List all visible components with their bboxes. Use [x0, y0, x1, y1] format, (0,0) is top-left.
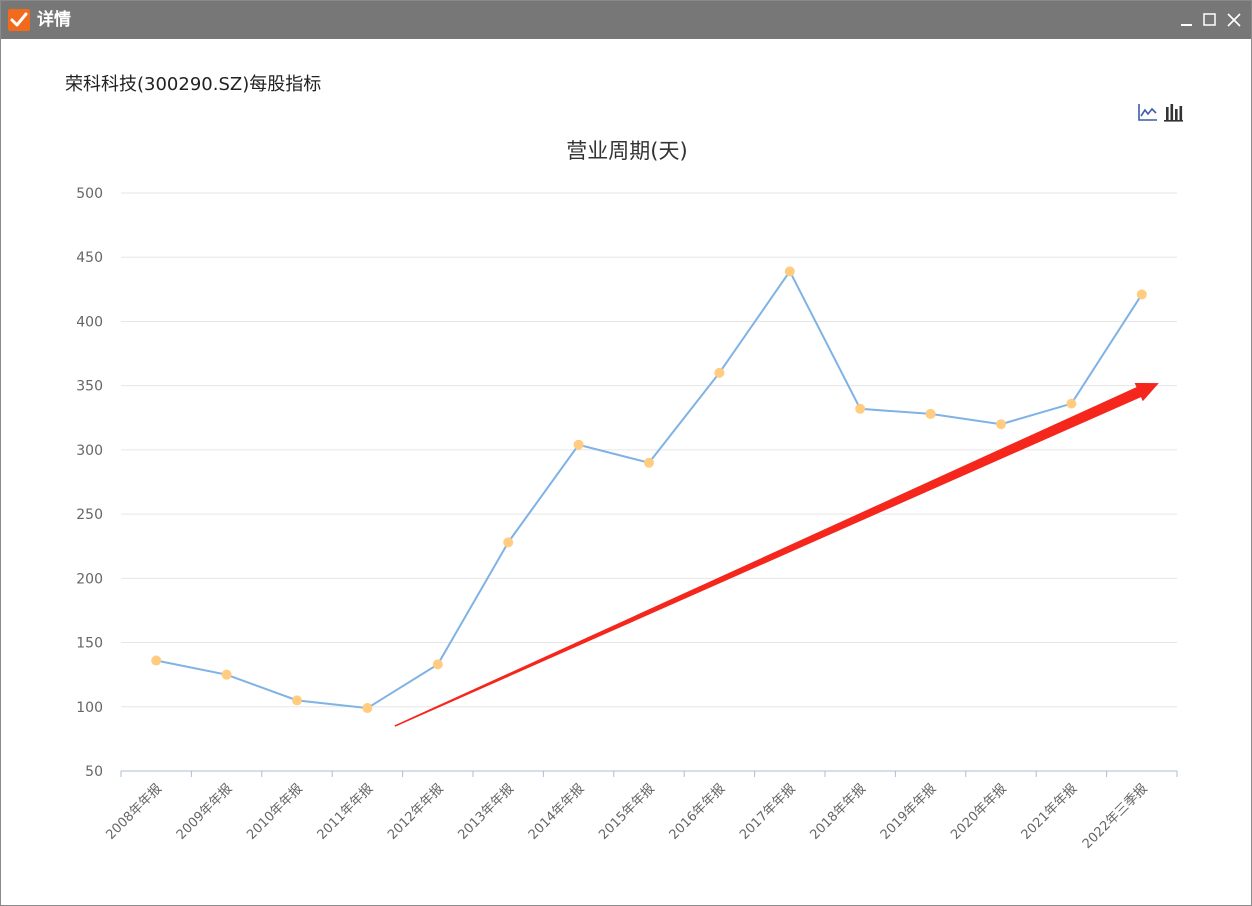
data-point[interactable] [573, 439, 584, 450]
series-layer [151, 266, 1147, 714]
x-tick-label: 2022年三季报 [1080, 781, 1151, 852]
y-tick-label: 250 [76, 507, 103, 523]
data-point[interactable] [503, 537, 514, 548]
y-tick-label: 300 [76, 443, 103, 459]
x-tick-label: 2020年年报 [948, 781, 1010, 843]
y-tick-label: 50 [85, 764, 103, 780]
data-point[interactable] [432, 659, 443, 670]
x-tick-label: 2012年年报 [385, 781, 447, 843]
x-tick-label: 2017年年报 [737, 781, 799, 843]
operating-cycle-chart: 营业周期(天) 50 100 150 200 250 300 350 400 450 500 20… [76, 139, 1178, 852]
y-tick-label: 500 [76, 186, 103, 202]
y-tick-label: 100 [76, 700, 103, 716]
x-tick-label: 2016年年报 [667, 781, 729, 843]
data-point[interactable] [221, 669, 232, 680]
data-point[interactable] [996, 419, 1006, 430]
data-point[interactable] [362, 703, 373, 714]
chart-title: 营业周期(天) [566, 139, 687, 163]
data-point[interactable] [784, 266, 795, 277]
y-tick-label: 350 [76, 379, 103, 395]
data-point[interactable] [1136, 289, 1147, 300]
annotation-layer [394, 382, 1159, 727]
data-point[interactable] [292, 695, 302, 706]
x-tick-label: 2014年年报 [526, 781, 588, 843]
y-tick-label: 450 [76, 250, 103, 266]
trend-arrow [394, 382, 1159, 727]
x-tick-label: 2021年年报 [1019, 781, 1081, 843]
x-tick-label: 2018年年报 [807, 781, 869, 843]
x-tick-label: 2013年年报 [455, 781, 517, 843]
data-point[interactable] [1066, 398, 1077, 409]
y-tick-label: 150 [76, 636, 103, 652]
data-point[interactable] [714, 367, 725, 378]
x-tick-label: 2008年年报 [103, 781, 165, 843]
x-tick-label: 2009年年报 [174, 781, 236, 843]
data-point[interactable] [855, 403, 866, 414]
x-tick-label: 2019年年报 [878, 781, 940, 843]
x-tick-label: 2015年年报 [596, 781, 658, 843]
x-axis: 2008年年报 2009年年报 2010年年报 2011年年报 2012年年报 2013年… [103, 770, 1178, 852]
y-tick-label: 200 [76, 571, 103, 587]
data-point[interactable] [644, 457, 654, 468]
x-tick-label: 2011年年报 [315, 781, 377, 843]
x-tick-label: 2010年年报 [244, 781, 306, 843]
data-point[interactable] [925, 408, 936, 419]
y-axis: 50 100 150 200 250 300 350 400 450 500 [76, 186, 103, 780]
detail-window: 详情 荣科科技(300290.SZ)每股指标 营业周期(天) 50 100 150 2… [0, 0, 1252, 906]
y-tick-label: 400 [76, 314, 103, 330]
data-point[interactable] [151, 655, 162, 666]
